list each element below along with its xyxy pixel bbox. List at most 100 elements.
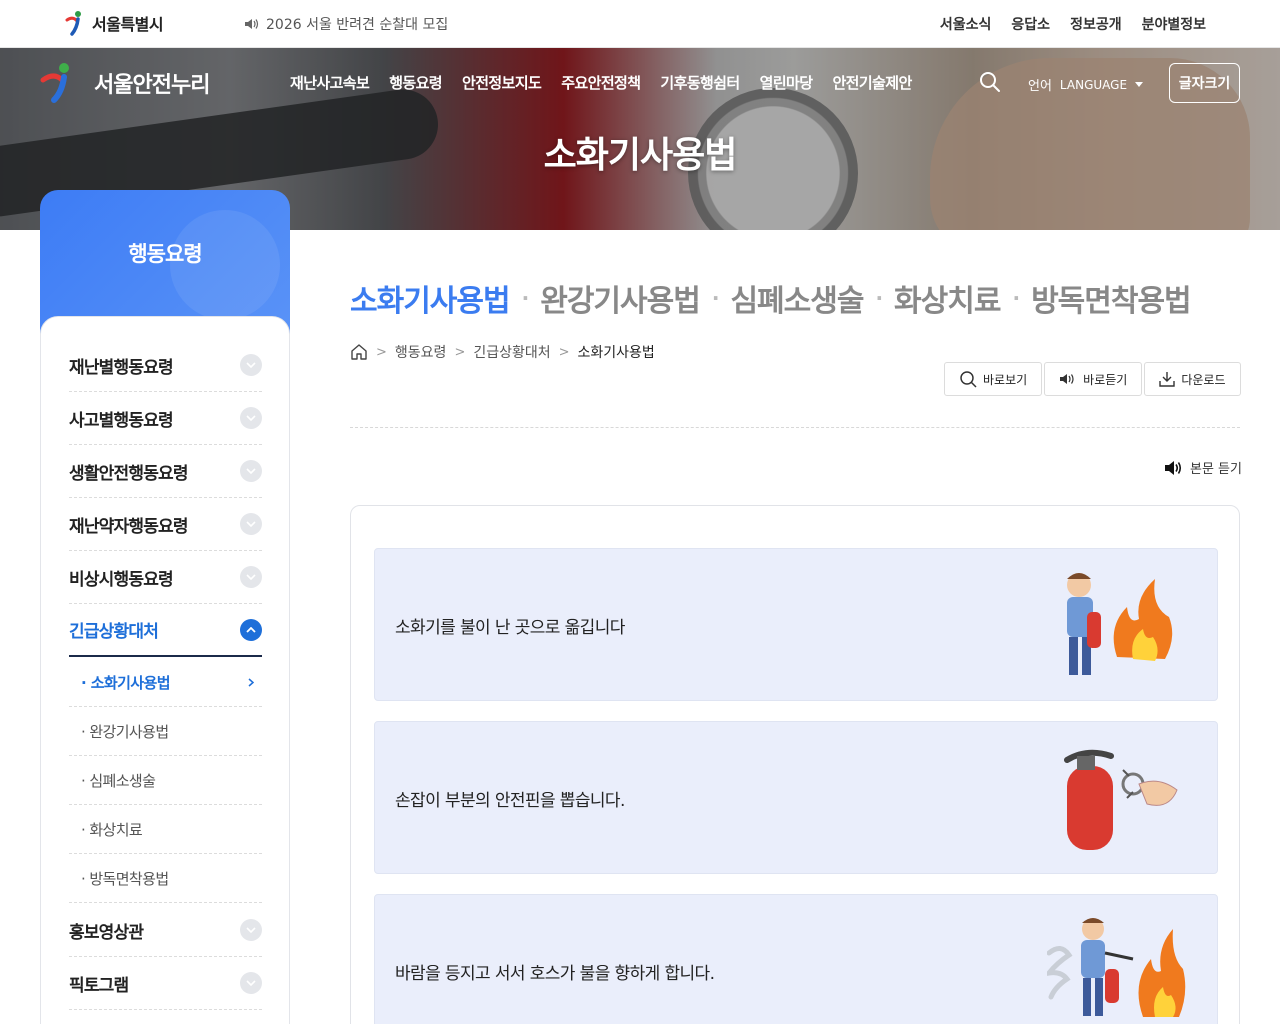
- sidebar-sub-item-label: · 화상치료: [81, 820, 143, 839]
- sidebar-item-urgent-response[interactable]: 긴급상황대처: [69, 604, 262, 657]
- tab-separator: ·: [521, 286, 530, 310]
- sidebar-item-emergency-actions[interactable]: 비상시행동요령: [69, 551, 262, 604]
- download-icon: [1159, 372, 1176, 387]
- breadcrumb-separator: >: [558, 344, 570, 360]
- expand-toggle[interactable]: [240, 566, 262, 588]
- sidebar-sub-item-cpr[interactable]: · 심폐소생술: [69, 756, 262, 805]
- sidebar-item-promo-video[interactable]: 홍보영상관: [69, 904, 262, 957]
- tab-separator: ·: [711, 286, 720, 310]
- language-label-en: LANGUAGE: [1059, 77, 1128, 92]
- tab-separator: ·: [1012, 286, 1020, 310]
- tab-descender[interactable]: 완강기사용법: [540, 276, 701, 320]
- sidebar-menu: 재난별행동요령 사고별행동요령 생활안전행동요령 재난약자행동요령 비상시행동요…: [40, 316, 290, 1024]
- page-title: 소화기사용법: [543, 135, 738, 176]
- sidebar-sub-item-descender[interactable]: · 완강기사용법: [69, 707, 262, 756]
- expand-toggle[interactable]: [240, 460, 262, 482]
- safety-nuri-symbol-icon: [40, 63, 69, 103]
- step-text: 손잡이 부분의 안전핀을 뽑습니다.: [395, 791, 625, 811]
- view-now-button[interactable]: 바로보기: [944, 362, 1043, 396]
- site-logo[interactable]: 서울안전누리: [40, 62, 210, 104]
- sidebar-item-vulnerable-actions[interactable]: 재난약자행동요령: [69, 498, 262, 551]
- content-divider: [350, 427, 1240, 428]
- breadcrumb-item[interactable]: 행동요령: [395, 342, 447, 362]
- util-link-info-disclosure[interactable]: 정보공개: [1070, 14, 1122, 34]
- notice-text: 2026 서울 반려견 순찰대 모집: [266, 17, 449, 33]
- nav-open-forum[interactable]: 열린마당: [750, 72, 823, 93]
- sidebar-item-pictogram[interactable]: 픽토그램: [69, 957, 262, 1010]
- content-tabs: 소화기사용법 · 완강기사용법 · 심폐소생술 · 화상치료 · 방독면착용법: [350, 276, 1192, 320]
- sidebar-sub-list: · 소화기사용법 · 완강기사용법 · 심폐소생술 · 화상치료 · 방독면착용…: [69, 658, 262, 903]
- seoul-city-logo[interactable]: 서울특별시: [64, 10, 164, 36]
- chevron-right-icon: [248, 677, 254, 687]
- sidebar-item-label: 생활안전행동요령: [69, 463, 189, 484]
- collapse-toggle[interactable]: [240, 618, 262, 641]
- caret-down-icon: [1135, 81, 1144, 87]
- chevron-up-icon: [246, 626, 256, 633]
- chevron-down-icon: [246, 574, 256, 580]
- step-card: 손잡이 부분의 안전핀을 뽑습니다.: [374, 721, 1218, 874]
- sidebar-item-label: 픽토그램: [69, 975, 129, 996]
- sidebar-item-disaster-actions[interactable]: 재난별행동요령: [69, 339, 262, 392]
- expand-toggle[interactable]: [240, 513, 262, 535]
- util-link-eungdapso[interactable]: 응답소: [1011, 14, 1050, 34]
- listen-now-button[interactable]: 바로듣기: [1044, 362, 1143, 396]
- step-text: 소화기를 불이 난 곳으로 옮깁니다: [395, 618, 625, 638]
- sidebar-item-label: 비상시행동요령: [69, 569, 174, 590]
- sidebar-item-label: 사고별행동요령: [69, 410, 174, 431]
- utility-bar: 서울특별시 2026 서울 반려견 순찰대 모집 서울소식 응답소 정보공개 분…: [0, 0, 1280, 48]
- language-label-ko: 언어: [1028, 79, 1052, 94]
- tab-gas-mask[interactable]: 방독면착용법: [1031, 276, 1192, 320]
- listen-body-button[interactable]: 본문 듣기: [1164, 458, 1242, 477]
- site-name: 서울안전누리: [94, 73, 210, 98]
- language-selector[interactable]: 언어 LANGUAGE: [1028, 75, 1144, 94]
- home-icon[interactable]: [350, 343, 368, 361]
- breadcrumb-item[interactable]: 긴급상황대처: [473, 342, 550, 362]
- expand-toggle[interactable]: [240, 972, 262, 994]
- tab-burn-care[interactable]: 화상치료: [894, 276, 1001, 320]
- utility-links: 서울소식 응답소 정보공개 분야별정보: [940, 14, 1206, 34]
- listen-now-label: 바로듣기: [1083, 372, 1128, 387]
- sidebar-item-label: 홍보영상관: [69, 922, 144, 943]
- sidebar-item-daily-safety[interactable]: 생활안전행동요령: [69, 445, 262, 498]
- sidebar-sub-item-gas-mask[interactable]: · 방독면착용법: [69, 854, 262, 903]
- sidebar-list: 재난별행동요령 사고별행동요령 생활안전행동요령 재난약자행동요령 비상시행동요…: [69, 339, 262, 657]
- font-size-button[interactable]: 글자크기: [1169, 63, 1240, 103]
- chevron-down-icon: [246, 362, 256, 368]
- tab-extinguisher[interactable]: 소화기사용법: [350, 276, 511, 320]
- sidebar-sub-item-burn-care[interactable]: · 화상치료: [69, 805, 262, 854]
- sidebar-sub-item-label: · 완강기사용법: [81, 722, 169, 741]
- chevron-down-icon: [246, 415, 256, 421]
- util-link-field-info[interactable]: 분야별정보: [1142, 14, 1206, 34]
- notice-banner[interactable]: 2026 서울 반려견 순찰대 모집: [244, 14, 448, 34]
- expand-toggle[interactable]: [240, 407, 262, 429]
- sidebar-list-more: 홍보영상관 픽토그램: [69, 904, 262, 1010]
- step-card: 바람을 등지고 서서 호스가 불을 향하게 합니다.: [374, 894, 1218, 1024]
- search-icon: [980, 72, 1000, 92]
- nav-safety-map[interactable]: 안전정보지도: [452, 72, 551, 93]
- nav-tech-proposal[interactable]: 안전기술제안: [822, 72, 921, 93]
- chevron-down-icon: [246, 521, 256, 527]
- view-now-label: 바로보기: [983, 372, 1028, 387]
- nav-safety-policy[interactable]: 주요안전정책: [551, 72, 650, 93]
- sidebar-item-accident-actions[interactable]: 사고별행동요령: [69, 392, 262, 445]
- aim-hose-illustration-icon: [1047, 918, 1186, 1017]
- tab-cpr[interactable]: 심폐소생술: [730, 276, 864, 320]
- expand-toggle[interactable]: [240, 354, 262, 376]
- sidebar-item-label: 재난별행동요령: [69, 357, 174, 378]
- download-button[interactable]: 다운로드: [1144, 362, 1241, 396]
- nav-disaster-news[interactable]: 재난사고속보: [280, 72, 379, 93]
- util-link-news[interactable]: 서울소식: [940, 14, 992, 34]
- sidebar-sub-item-extinguisher[interactable]: · 소화기사용법: [69, 658, 262, 707]
- search-button[interactable]: [978, 70, 1002, 94]
- speaker-icon: [245, 19, 259, 29]
- magnifier-icon: [960, 371, 977, 388]
- breadcrumb-separator: >: [376, 344, 387, 360]
- speaker-icon: [1060, 374, 1074, 384]
- content-panel: 소화기를 불이 난 곳으로 옮깁니다 손잡이 부분의 안전핀을 뽑습니다. 바람…: [350, 505, 1240, 1024]
- expand-toggle[interactable]: [240, 919, 262, 941]
- sidebar-item-label: 긴급상황대처: [69, 622, 159, 642]
- sidebar-sub-item-label: · 소화기사용법: [81, 673, 171, 692]
- nav-action-guide[interactable]: 행동요령: [379, 72, 452, 93]
- nav-climate-shelter[interactable]: 기후동행쉼터: [650, 72, 749, 93]
- breadcrumb-current: 소화기사용법: [577, 345, 655, 361]
